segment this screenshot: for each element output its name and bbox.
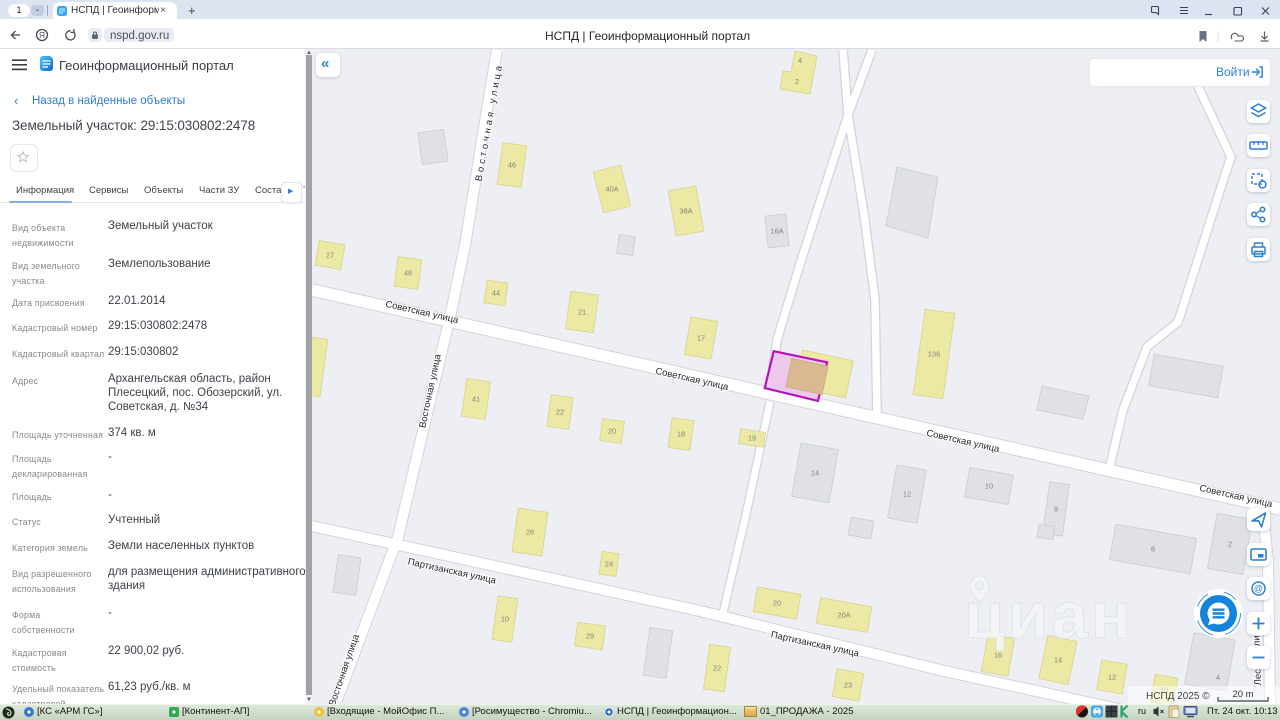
svg-text:4: 4 [798,56,802,65]
svg-text:38А: 38А [679,207,692,216]
svg-text:@: @ [1254,584,1263,594]
svg-text:20 m: 20 m [1232,689,1253,700]
svg-text:40А: 40А [605,185,618,194]
svg-text:136: 136 [928,350,941,359]
svg-text:20А: 20А [837,611,850,620]
svg-text:41: 41 [472,395,480,404]
svg-text:12: 12 [903,490,911,499]
svg-text:23: 23 [844,681,852,690]
svg-text:2: 2 [795,77,799,86]
svg-text:29: 29 [586,632,594,641]
svg-text:НСПД 2025 ©: НСПД 2025 © [1146,691,1210,702]
svg-text:20: 20 [773,599,781,608]
svg-text:9: 9 [1054,505,1058,514]
svg-text:20: 20 [608,427,616,436]
svg-text:22: 22 [556,408,564,417]
svg-text:14: 14 [811,469,819,478]
svg-text:19: 19 [748,434,756,443]
svg-text:22: 22 [713,664,721,673]
svg-text:10: 10 [985,482,993,491]
svg-text:Я: Я [39,30,45,40]
svg-text:21: 21 [578,308,586,317]
svg-text:10: 10 [501,615,509,624]
svg-text:17: 17 [697,334,705,343]
svg-text:14: 14 [1054,656,1062,665]
svg-text:циан: циан [964,578,1134,652]
svg-text:27: 27 [326,251,334,260]
svg-text:46: 46 [508,161,516,170]
svg-text:24: 24 [605,560,613,569]
svg-text:18: 18 [677,430,685,439]
svg-text:48: 48 [404,269,412,278]
svg-text:44: 44 [492,289,500,298]
svg-text:2: 2 [1228,540,1232,549]
svg-text:12: 12 [1108,673,1116,682]
svg-text:4: 4 [1216,673,1220,682]
svg-text:16А: 16А [770,227,783,236]
svg-text:8: 8 [1151,545,1155,554]
svg-text:26: 26 [526,528,534,537]
